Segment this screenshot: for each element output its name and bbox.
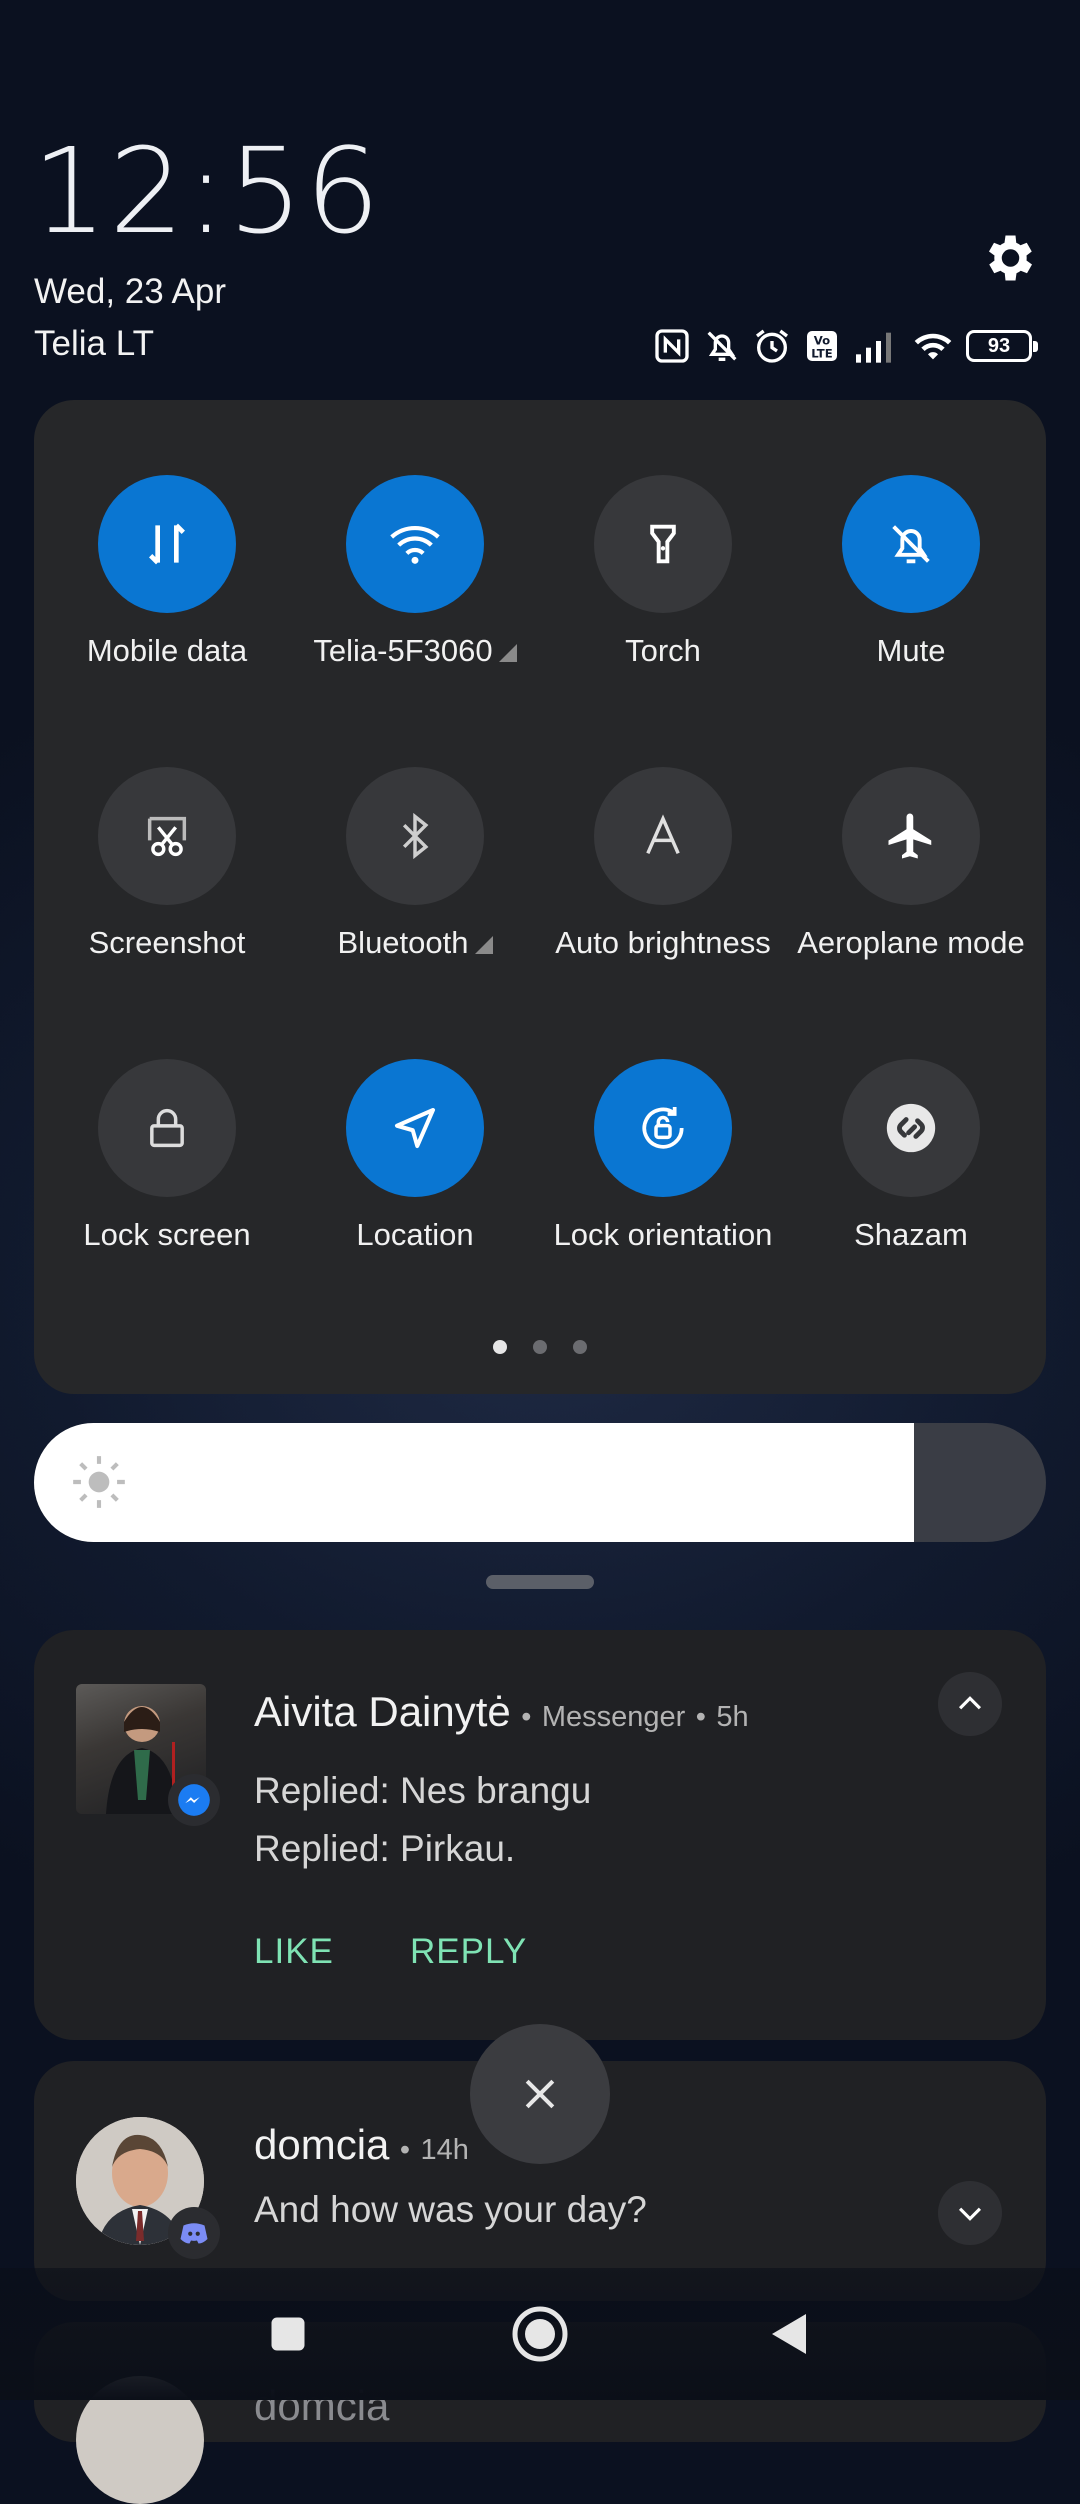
bell-off-icon: [707, 331, 737, 361]
clear-all-close-button[interactable]: [470, 2024, 610, 2164]
message-line: Replied: Pirkau.: [254, 1828, 516, 1869]
tile-label: Telia-5F3060: [313, 633, 493, 668]
brightness-slider[interactable]: [34, 1423, 1046, 1542]
message-line: Replied: Nes brangu: [254, 1770, 592, 1811]
tile-lock-screen[interactable]: Lock screen: [42, 1059, 292, 1253]
tile-label: Mobile data: [86, 633, 248, 668]
mobile-data-icon: [149, 523, 185, 565]
messenger-icon: [168, 1774, 220, 1826]
torch-icon: [650, 524, 676, 564]
tile-screenshot[interactable]: Screenshot: [42, 767, 292, 961]
status-bar-icons: Vo LTE 93: [652, 322, 1038, 370]
tile-label: Lock screen: [83, 1217, 251, 1252]
alarm-icon: [756, 329, 788, 363]
tile-label: Torch: [625, 633, 701, 668]
tile-label: Screenshot: [88, 925, 246, 960]
tile-label: Shazam: [854, 1217, 968, 1252]
date[interactable]: Wed, 23 Apr: [34, 272, 226, 312]
tile-aeroplane-mode[interactable]: Aeroplane mode: [786, 767, 1036, 961]
reply-button[interactable]: REPLY: [410, 1932, 527, 1972]
svg-text:Vo: Vo: [814, 333, 830, 347]
page-indicator: [34, 1340, 1046, 1354]
separator: •: [521, 1701, 532, 1733]
tile-mobile-data[interactable]: Mobile data: [42, 475, 292, 669]
tile-lock-orientation[interactable]: Lock orientation: [538, 1059, 788, 1253]
notification-app: Messenger: [541, 1701, 686, 1733]
screenshot-icon: [147, 816, 187, 857]
back-button[interactable]: [766, 2308, 814, 2365]
close-icon: [525, 2079, 555, 2109]
tile-label: Aeroplane mode: [797, 925, 1025, 960]
bell-off-icon: [892, 525, 930, 564]
tile-label: Lock orientation: [553, 1217, 773, 1252]
shazam-icon: [886, 1103, 936, 1153]
notification-time: 14h: [420, 2134, 469, 2166]
bluetooth-icon: [402, 812, 429, 860]
tile-wifi[interactable]: Telia-5F3060: [290, 475, 540, 669]
tile-location[interactable]: Location: [290, 1059, 540, 1253]
recents-button[interactable]: [266, 2312, 310, 2361]
page-dot[interactable]: [533, 1340, 547, 1354]
square-icon: [271, 2317, 305, 2351]
rotation-lock-icon: [642, 1107, 684, 1149]
notification-time: 5h: [716, 1701, 749, 1733]
notification-title: Aivita Dainytė: [254, 1688, 511, 1735]
home-button[interactable]: [510, 2304, 570, 2369]
carrier-name: Telia LT: [34, 324, 154, 363]
auto-brightness-icon: [646, 814, 680, 855]
tile-label: Bluetooth: [337, 925, 469, 960]
battery-icon: 93: [966, 330, 1038, 362]
tile-auto-brightness[interactable]: Auto brightness: [538, 767, 788, 961]
volte-icon: VoLTE: [807, 331, 837, 361]
like-button[interactable]: LIKE: [254, 1932, 334, 1972]
sun-icon: [73, 1456, 125, 1508]
home-circle-icon: [512, 2306, 568, 2362]
tile-label: Location: [356, 1217, 474, 1252]
page-dot[interactable]: [573, 1340, 587, 1354]
notification-card[interactable]: Aivita Dainytė • Messenger • 5h Replied:…: [34, 1630, 1046, 2040]
page-dot[interactable]: [493, 1340, 507, 1354]
quick-settings-panel: Mobile data Telia-5F3060 Torch Mute Scre…: [34, 400, 1046, 1394]
message-line: And how was your day?: [254, 2189, 647, 2230]
expand-chevron-down-icon[interactable]: [938, 2181, 1002, 2245]
airplane-icon: [888, 813, 932, 859]
tile-label: Mute: [876, 633, 946, 668]
clock[interactable]: 12:56: [32, 132, 382, 250]
notification-title: domcia: [254, 2121, 390, 2168]
wifi-icon: [390, 526, 440, 564]
tile-label: Auto brightness: [555, 925, 771, 960]
separator: •: [399, 2134, 411, 2166]
svg-text:LTE: LTE: [811, 347, 832, 361]
tile-shazam[interactable]: Shazam: [786, 1059, 1036, 1253]
wifi-icon: [914, 333, 952, 360]
discord-icon: [168, 2207, 220, 2259]
settings-gear-icon[interactable]: [978, 228, 1038, 288]
back-triangle-icon: [772, 2314, 806, 2354]
separator: •: [695, 1701, 706, 1733]
nfc-icon: [655, 329, 689, 363]
expand-arrow-icon[interactable]: [474, 935, 493, 954]
tile-bluetooth[interactable]: Bluetooth: [290, 767, 540, 961]
signal-icon: [856, 332, 891, 363]
drag-handle[interactable]: [486, 1575, 594, 1589]
navigation-bar: [0, 2268, 1080, 2400]
expand-arrow-icon[interactable]: [498, 643, 517, 662]
collapse-chevron-up-icon[interactable]: [938, 1672, 1002, 1736]
tile-mute[interactable]: Mute: [786, 475, 1036, 669]
tile-torch[interactable]: Torch: [538, 475, 788, 669]
location-icon: [394, 1107, 436, 1149]
lock-icon: [150, 1108, 184, 1148]
brightness-fill: [34, 1423, 915, 1542]
